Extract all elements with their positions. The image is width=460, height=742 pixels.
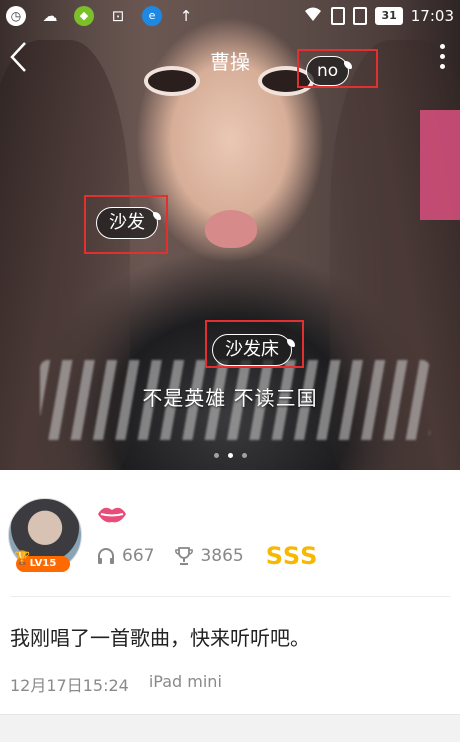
trophy-icon: [174, 546, 194, 566]
highlight-box-sofabed: [205, 320, 304, 368]
bottom-separator: [0, 714, 460, 742]
upload-arrow-icon: ↑: [179, 7, 193, 25]
rating-badge: SSS: [265, 542, 319, 570]
battery-indicator: 31: [375, 7, 403, 25]
lips-icon: [96, 502, 128, 526]
trophy-badge-icon: 🏆: [14, 551, 31, 566]
top-bar: 曹操: [0, 36, 460, 80]
post-meta: 12月17日15:24 iPad mini: [10, 672, 222, 696]
carousel-dot[interactable]: [241, 453, 247, 458]
trophy-count: 3865: [200, 546, 244, 566]
photo-lips: [205, 210, 257, 248]
post-date: 12月17日15:24: [10, 676, 129, 695]
sim2-icon: [353, 7, 368, 25]
status-time: 17:03: [410, 7, 454, 25]
clock-app-icon: ◷: [6, 6, 26, 26]
post-device: iPad mini: [148, 672, 222, 691]
photo-background-pink: [420, 110, 460, 220]
post-text: 我刚唱了一首歌曲，快来听听吧。: [10, 626, 310, 650]
highlight-box-sofa: [84, 195, 168, 254]
divider: [10, 596, 450, 597]
stats-row: 667 3865 SSS: [96, 542, 318, 570]
green-app-icon: ◆: [74, 6, 94, 26]
listen-count: 667: [122, 546, 155, 566]
sim1-icon: [331, 7, 346, 25]
profile-section: LV15 🏆 667 3865 SSS: [0, 470, 460, 595]
carousel-dot[interactable]: [213, 453, 219, 458]
screenshot-icon: ⊡: [111, 7, 125, 25]
carousel-dot-active[interactable]: [227, 453, 233, 458]
wifi-icon: [303, 6, 323, 26]
more-vertical-icon[interactable]: [440, 44, 446, 72]
browser-icon: e: [142, 6, 162, 26]
page-title: 曹操: [210, 50, 250, 74]
headphones-icon: [96, 546, 116, 566]
status-bar: ◷ ☁ ◆ ⊡ e ↑ 31 17:03: [0, 0, 460, 32]
lyric-caption: 不是英雄 不读三国: [142, 386, 318, 410]
highlight-box-no: [297, 49, 378, 88]
carousel-dots: [0, 453, 460, 458]
cover-photo[interactable]: ◷ ☁ ◆ ⊡ e ↑ 31 17:03 曹操 no 沙发 沙发床 不是英雄 不…: [0, 0, 460, 470]
weather-icon: ☁: [42, 7, 58, 25]
